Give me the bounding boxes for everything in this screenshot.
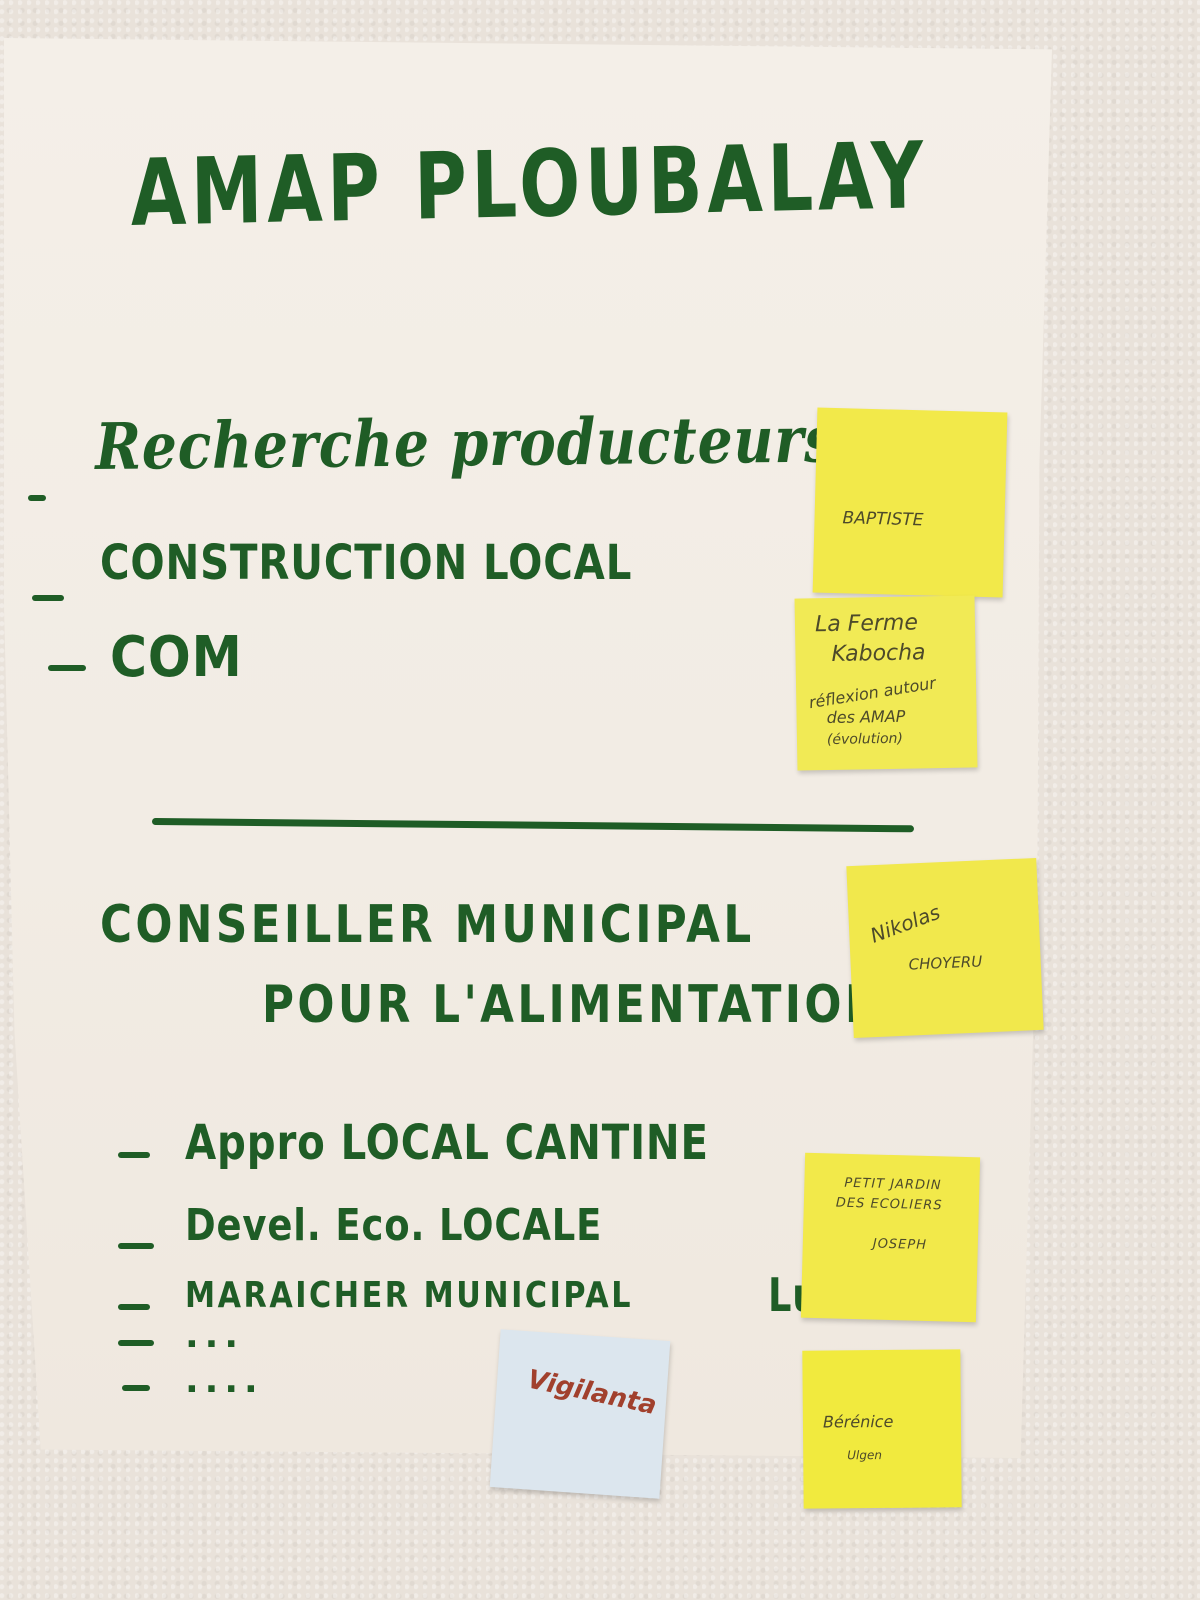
sticky-note-nikolas: Nikolas CHOYERU [846, 857, 1044, 1039]
item-construction-local: CONSTRUCTION LOCAL [100, 535, 633, 591]
item-appro-local-cantine: Appro LOCAL CANTINE [185, 1115, 709, 1171]
note-text: Vigilanta [524, 1364, 660, 1422]
note-text: CHOYERU [908, 952, 983, 974]
note-text: Kabocha [831, 640, 926, 667]
bullet-dash [118, 1243, 154, 1249]
bullet-dash [118, 1340, 154, 1346]
note-text: (évolution) [826, 730, 904, 749]
note-text: Bérénice [822, 1411, 894, 1432]
note-text: Nikolas [866, 899, 944, 948]
sticky-note-petit-jardin: PETIT JARDIN DES ECOLIERS JOSEPH [800, 1152, 981, 1323]
item-maraicher-municipal: MARAICHER MUNICIPAL [185, 1275, 634, 1316]
sticky-note-berenice: Bérénice Ulgen [802, 1349, 962, 1509]
item-recherche-producteurs: Recherche producteurs. [95, 402, 857, 485]
note-text: DES ECOLIERS [835, 1195, 943, 1214]
note-text: des AMAP [826, 706, 906, 728]
bullet-dash [48, 665, 86, 671]
item-devel-eco-locale: Devel. Eco. LOCALE [185, 1200, 603, 1251]
bullet-dash [118, 1152, 150, 1158]
heading-conseiller-municipal: CONSEILLER MUNICIPAL [100, 895, 755, 955]
bullet-dash [32, 595, 64, 601]
note-text: JOSEPH [872, 1236, 928, 1253]
bullet-dash [28, 495, 46, 501]
item-ellipsis-1: ... [185, 1315, 245, 1356]
note-text: BAPTISTE [842, 508, 924, 531]
heading-pour-alimentation: POUR L'ALIMENTATION [262, 975, 885, 1035]
bullet-dash [122, 1385, 150, 1391]
sticky-note-la-ferme-kabocha: La Ferme Kabocha réflexion autour des AM… [794, 595, 978, 771]
sticky-note-vigilanta: Vigilanta [489, 1329, 671, 1499]
bullet-dash [118, 1304, 150, 1310]
item-ellipsis-2: .... [185, 1360, 264, 1401]
item-com: COM [110, 625, 243, 690]
flipchart-title: AMAP PLOUBALAY [130, 122, 929, 247]
note-text: Ulgen [847, 1448, 883, 1463]
note-text: PETIT JARDIN [844, 1175, 942, 1194]
note-text: La Ferme [814, 610, 919, 638]
sticky-note-baptiste: BAPTISTE [812, 407, 1008, 598]
